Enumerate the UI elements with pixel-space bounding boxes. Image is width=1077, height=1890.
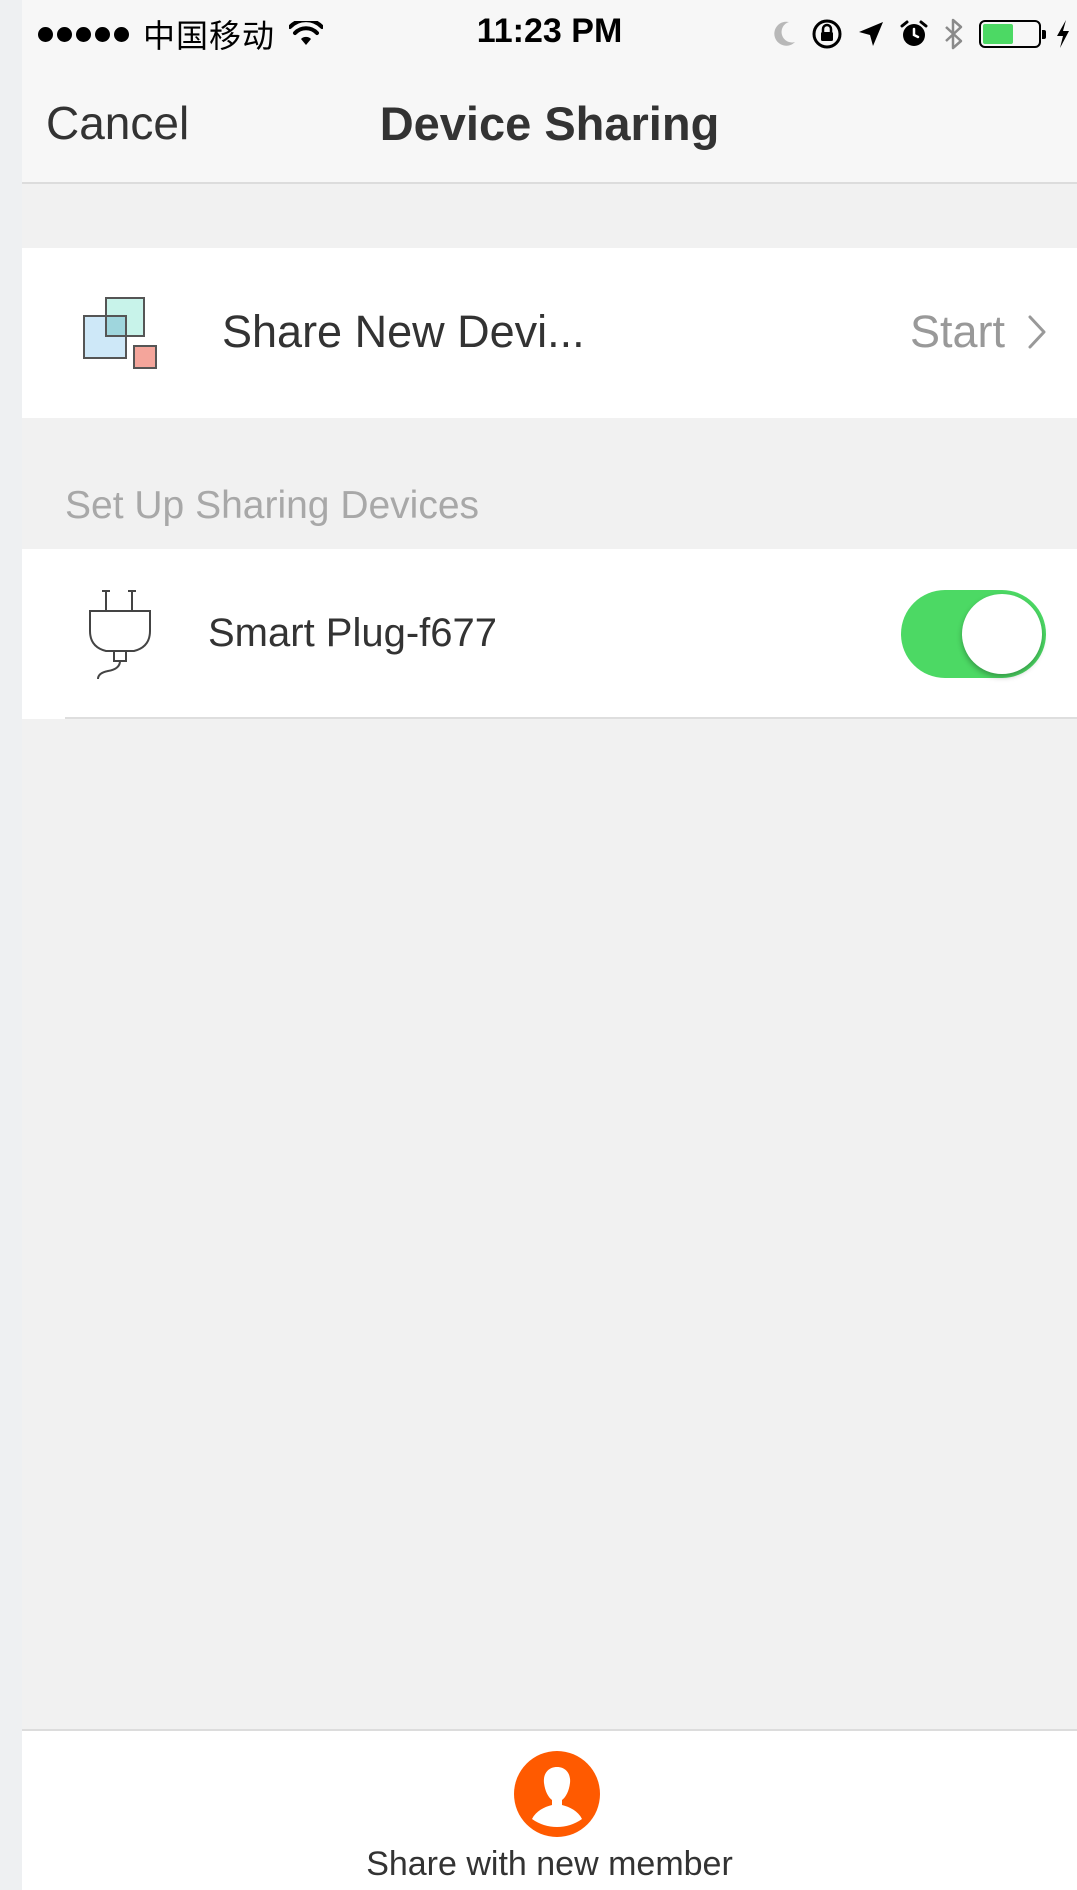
plug-icon — [89, 590, 151, 680]
toggle-knob — [962, 594, 1042, 674]
chevron-right-icon — [1028, 315, 1046, 349]
status-bar: 中国移动 11:23 PM — [22, 0, 1077, 68]
moon-icon — [774, 21, 795, 46]
section-header: Set Up Sharing Devices — [65, 484, 480, 527]
devices-icon — [83, 297, 157, 369]
charging-bolt-icon — [1057, 20, 1069, 48]
navigation-bar: Cancel Device Sharing — [22, 68, 1077, 184]
device-name: Smart Plug-f677 — [208, 611, 498, 655]
bluetooth-icon — [945, 18, 963, 50]
share-with-new-member-label: Share with new member — [366, 1845, 733, 1883]
battery-icon — [979, 20, 1046, 48]
status-right — [771, 14, 1071, 54]
share-new-device-row[interactable]: Share New Devi... Start — [22, 248, 1077, 418]
share-new-device-label: Share New Devi... — [222, 306, 585, 357]
rotation-lock-icon — [812, 19, 842, 49]
start-action[interactable]: Start — [910, 306, 1047, 358]
left-gutter — [0, 0, 22, 1890]
alarm-icon — [900, 20, 928, 46]
share-device-toggle[interactable] — [901, 590, 1046, 678]
page-title: Device Sharing — [379, 97, 720, 150]
row-divider — [65, 717, 1077, 719]
device-sharing-screen: 中国移动 11:23 PM Cancel Device Sharing Shar… — [22, 0, 1077, 1890]
start-label: Start — [909, 306, 1005, 357]
device-row: Smart Plug-f677 — [22, 549, 1077, 719]
share-with-new-member-button[interactable]: Share with new member — [22, 1729, 1077, 1890]
location-arrow-icon — [859, 22, 883, 46]
add-member-icon — [514, 1751, 600, 1837]
